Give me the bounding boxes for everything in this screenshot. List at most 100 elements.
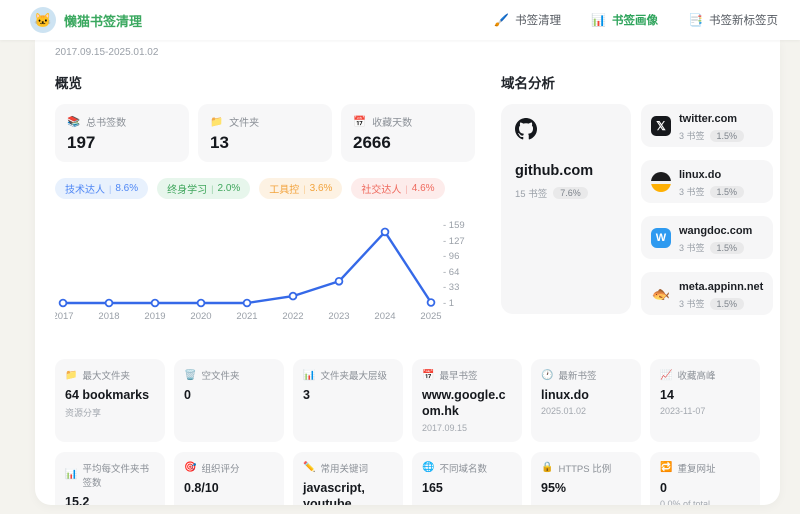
repeat-icon: 🔁 (660, 462, 673, 473)
x-tick-label: 2022 (282, 311, 303, 322)
nav-bookmark-portrait[interactable]: 📊 书签画像 (591, 12, 658, 28)
detail-label: HTTPS 比例 (558, 463, 612, 475)
domain-name: linux.do (679, 169, 722, 181)
stat-card: 📅 收藏天数 2666 (341, 104, 475, 162)
fish-icon: 🐟 (651, 285, 671, 303)
detail-sub: 2017.09.15 (422, 422, 468, 433)
github-icon (515, 118, 537, 144)
trend-line (61, 230, 433, 305)
tag-percent: 8.6% (115, 183, 139, 194)
x-tick-label: 2021 (236, 311, 257, 322)
detail-label: 重复网址 (677, 463, 716, 475)
overview-section: 概览 📚 总书签数 197 📁 文件夹 13 📅 收藏天数 2666 技术达人 | 8.6% 终身学习… (52, 68, 475, 335)
domain-name: meta.appinn.net (679, 281, 764, 293)
domain-analysis-title: 域名分析 (501, 76, 555, 91)
date-range: 2017.09.15-2025.01.02 (55, 47, 159, 58)
nav-bookmark-cleanup[interactable]: 🖌️ 书签清理 (494, 12, 561, 28)
detail-value: 0 (660, 480, 667, 495)
detail-value: www.google.com.hk (422, 388, 506, 419)
pencil-icon: ✏️ (303, 462, 316, 473)
stat-label: 文件夹 (229, 118, 260, 129)
detail-label: 收藏高峰 (677, 371, 716, 382)
yearly-bookmarks-line-chart: - 1 - 33 - 64 - 96 - 127 - 159 2017 2018 2019 202… (52, 220, 465, 322)
tag-pill: 终身学习 | 2.0% (157, 178, 251, 199)
tag-pill: 社交达人 | 4.6% (351, 178, 445, 199)
detail-label: 平均每文件夹书签数 (82, 463, 149, 489)
tag-divider: | (303, 183, 306, 194)
domain-percent: 1.5% (709, 129, 745, 142)
domain-card[interactable]: Wwangdoc.com 3 书签 1.5% (641, 216, 774, 259)
detail-value: 0.8/10 (184, 480, 219, 495)
app-header: 🐱 懒猫书签清理 🖌️ 书签清理 📊 书签画像 📑 书签新标签页 (0, 0, 800, 40)
main-card: 2017.09.15-2025.01.02 概览 📚 总书签数 197 📁 文件夹 13 📅… (35, 40, 780, 505)
y-tick-label: - 1 (443, 298, 454, 309)
nav-bookmark-newtab[interactable]: 📑 书签新标签页 (688, 12, 778, 28)
detail-sub: 2023-11-07 (660, 406, 706, 417)
detail-value: 3 (303, 388, 310, 402)
tag-label: 社交达人 (361, 185, 402, 196)
data-point (196, 298, 206, 308)
clock-icon: 🕐 (541, 369, 554, 381)
data-point (104, 298, 114, 308)
tag-label: 技术达人 (65, 185, 105, 196)
nav-label: 书签画像 (612, 15, 659, 27)
stat-value: 197 (67, 133, 96, 152)
detail-label: 空文件夹 (201, 371, 240, 382)
y-tick-label: - 96 (443, 251, 459, 262)
domain-grid: github.com 15 书签 7.6% 𝕏twitter.com 3 书签 1.… (501, 104, 774, 315)
detail-value: linux.do (541, 388, 589, 402)
y-tick-label: - 127 (443, 236, 465, 247)
detail-card: 🗑️ 空文件夹 0 (174, 359, 284, 442)
detail-card: 📅 最早书签 www.google.com.hk 2017.09.15 (412, 359, 522, 442)
detail-label: 最大文件夹 (82, 371, 130, 382)
domain-list: 𝕏twitter.com 3 书签 1.5% linux.do 3 书签 1.5% Wwan… (641, 104, 774, 315)
app-title: 懒猫书签清理 (64, 13, 143, 29)
detail-sub: 0.0% of total (660, 498, 711, 505)
top-nav: 🖌️ 书签清理 📊 书签画像 📑 书签新标签页 (494, 12, 778, 28)
x-tick-label: 2019 (144, 311, 165, 322)
detail-card: 📁 最大文件夹 64 bookmarks 资源分享 (55, 359, 165, 442)
tag-divider: | (405, 183, 408, 194)
data-point (150, 298, 160, 308)
domain-card[interactable]: linux.do 3 书签 1.5% (641, 160, 774, 203)
detail-card: 🎯 组织评分 0.8/10 (174, 451, 284, 505)
overview-title: 概览 (55, 76, 82, 91)
target-icon: 🎯 (184, 462, 197, 473)
stat-card: 📚 总书签数 197 (55, 104, 189, 162)
columns: 概览 📚 总书签数 197 📁 文件夹 13 📅 收藏天数 2666 技术达人 | 8.6% 终身学习… (52, 68, 774, 335)
tag-divider: | (109, 183, 112, 194)
data-point (380, 227, 390, 237)
tag-pill: 技术达人 | 8.6% (55, 178, 149, 199)
detail-card: 🕐 最新书签 linux.do 2025.01.02 (531, 359, 641, 442)
bar-chart-icon: 📊 (65, 469, 78, 480)
trash-icon: 🗑️ (184, 369, 197, 381)
tag-percent: 3.6% (309, 183, 333, 194)
app-logo-cat-icon: 🐱 (30, 7, 56, 33)
calendar-icon: 📅 (422, 369, 435, 381)
stat-label: 收藏天数 (372, 118, 413, 129)
detail-label: 组织评分 (201, 463, 240, 475)
brand: 🐱 懒猫书签清理 (30, 7, 142, 33)
detail-value: 14 (660, 388, 674, 402)
nav-label: 书签清理 (515, 15, 562, 27)
domain-percent: 1.5% (709, 241, 745, 254)
featured-domain-card[interactable]: github.com 15 书签 7.6% (501, 104, 631, 314)
folder-icon: 📁 (65, 369, 78, 381)
featured-domain-count: 15 书签 (515, 189, 548, 200)
books-icon: 📚 (67, 116, 81, 128)
detail-stats-row-2: 📊 平均每文件夹书签数 15.2 🎯 组织评分 0.8/10 ✏️ 常用关键词 javascri… (55, 451, 760, 506)
linuxdo-icon (651, 171, 671, 192)
detail-sub: 2025.01.02 (541, 406, 587, 417)
folder-icon: 📁 (210, 116, 224, 128)
detail-label: 常用关键词 (320, 463, 368, 475)
domain-card[interactable]: 𝕏twitter.com 3 书签 1.5% (641, 104, 774, 147)
x-tick-label: 2017 (55, 311, 74, 322)
y-tick-label: - 159 (443, 220, 465, 231)
domain-card[interactable]: 🐟 meta.appinn.net 3 书签 1.5% (641, 272, 774, 315)
domain-count: 3 书签 (679, 299, 705, 309)
y-tick-label: - 33 (443, 282, 459, 293)
data-point (288, 291, 298, 301)
overview-stats: 📚 总书签数 197 📁 文件夹 13 📅 收藏天数 2666 (55, 104, 475, 162)
detail-card: ✏️ 常用关键词 javascript, youtube, telegram (293, 451, 403, 506)
detail-value: javascript, youtube, telegram (303, 480, 365, 506)
